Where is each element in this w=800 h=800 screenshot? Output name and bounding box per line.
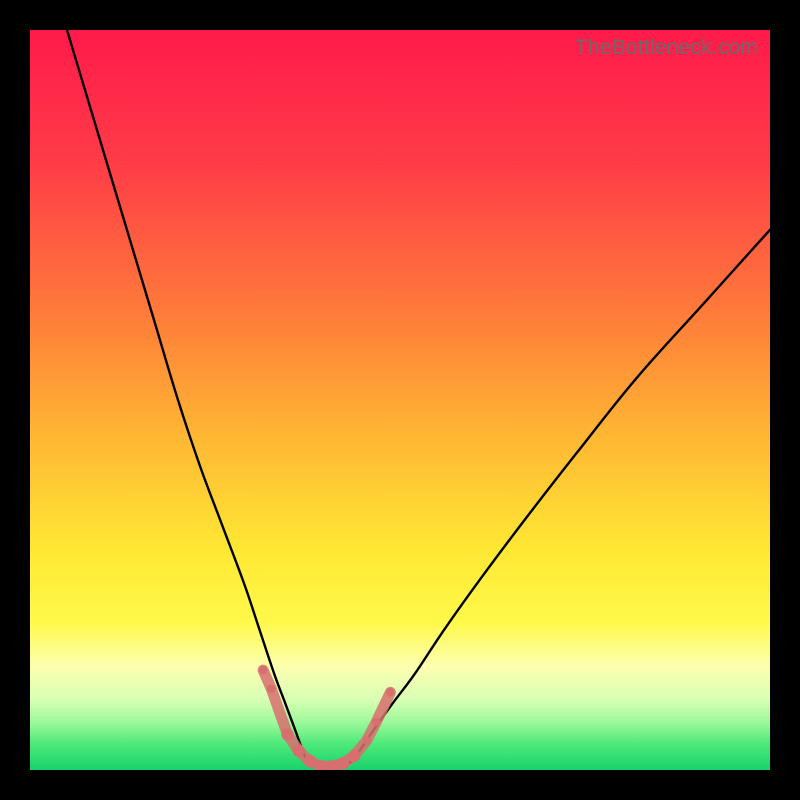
marker-point <box>348 750 360 762</box>
series-right-branch <box>354 230 770 759</box>
marker-point <box>292 745 304 757</box>
marker-point <box>372 718 380 726</box>
curve-layer <box>30 30 770 770</box>
watermark-text: TheBottleneck.com <box>575 36 758 60</box>
plot-area: TheBottleneck.com <box>30 30 770 770</box>
marker-point <box>267 684 275 692</box>
marker-point <box>386 688 394 696</box>
marker-point <box>304 755 316 767</box>
marker-point <box>337 757 349 769</box>
marker-point <box>259 666 267 674</box>
marker-connector <box>263 670 390 766</box>
marker-point <box>281 728 293 740</box>
marker-point <box>363 736 371 744</box>
outer-frame: TheBottleneck.com <box>0 0 800 800</box>
series-left-branch <box>67 30 306 759</box>
